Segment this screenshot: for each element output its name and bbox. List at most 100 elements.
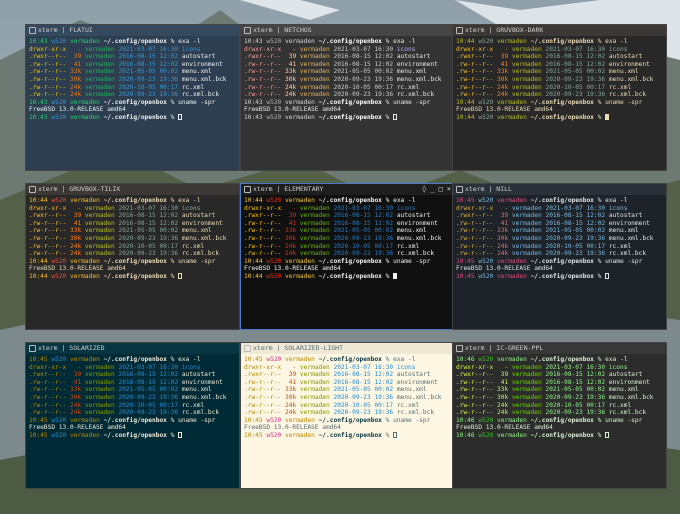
terminal-titlebar[interactable]: xterm | NETCHOS bbox=[241, 25, 454, 36]
file-size: 30k bbox=[70, 393, 82, 401]
file-size: 24k bbox=[285, 83, 297, 91]
list-item: .rw-r--r-- 24k vermaden 2020-09-23 19:36… bbox=[456, 409, 663, 417]
command-text: uname -spr bbox=[393, 257, 431, 265]
file-size: 41 bbox=[285, 60, 297, 68]
file-permissions: .rw-r--r-- bbox=[456, 68, 494, 76]
prompt-symbol: % bbox=[597, 431, 602, 439]
prompt-path: ~/.config/openbox bbox=[103, 272, 167, 280]
window-title: xterm | FLATUI bbox=[38, 26, 93, 34]
file-owner: vermaden bbox=[84, 227, 115, 235]
file-name: rc.xml bbox=[608, 83, 632, 91]
list-item: .rwxr--r-- 39 vermaden 2016-08-15 12:02 … bbox=[29, 53, 236, 61]
terminal-window[interactable]: xterm | NETCHOS 10:43 w520 vermaden ~/.co… bbox=[240, 24, 455, 171]
text-cursor[interactable] bbox=[178, 113, 182, 120]
command-output: FreeBSD 13.0-RELEASE amd64 bbox=[244, 424, 341, 432]
prompt-user: w520 bbox=[51, 416, 67, 424]
terminal-window[interactable]: xterm | NILL 10:45 w520 vermaden ~/.confi… bbox=[452, 183, 667, 330]
terminal-window[interactable]: xterm | SOLARIZED-LIGHT 10:45 w520 vermad… bbox=[240, 342, 455, 489]
terminal-titlebar[interactable]: xterm | GRUVBOX-TILIX bbox=[26, 184, 239, 195]
terminal-window[interactable]: xterm | FLATUI 10:43 w520 vermaden ~/.con… bbox=[25, 24, 240, 171]
prompt-host: vermaden bbox=[497, 98, 527, 106]
command-text: exa -l bbox=[605, 38, 628, 45]
file-permissions: .rw-r--r-- bbox=[244, 242, 282, 250]
file-date: 2020-10-05 00:17 bbox=[118, 242, 179, 250]
file-name: autostart bbox=[608, 53, 643, 61]
file-name: menu.xml.bck bbox=[396, 393, 442, 401]
file-name: menu.xml.bck bbox=[396, 234, 442, 242]
file-permissions: .rw-r--r-- bbox=[244, 75, 282, 83]
prompt-host: vermaden bbox=[497, 257, 527, 265]
file-name: icons bbox=[396, 363, 416, 371]
text-cursor[interactable] bbox=[178, 272, 182, 279]
terminal-window[interactable]: xterm | IC-GREEN-PPL 10:46 w520 vermaden … bbox=[452, 342, 667, 489]
file-permissions: .rw-r--r-- bbox=[456, 91, 494, 99]
terminal-titlebar[interactable]: xterm | SOLARIZED-LIGHT bbox=[241, 343, 454, 354]
prompt-host: vermaden bbox=[70, 113, 100, 121]
text-cursor[interactable] bbox=[393, 113, 397, 120]
command-text: uname -spr bbox=[393, 98, 431, 106]
prompt-path: ~/.config/openbox bbox=[530, 257, 594, 265]
terminal-titlebar[interactable]: xterm | NILL bbox=[453, 184, 666, 195]
terminal-window[interactable]: xterm | GRUVBOX-TILIX 10:44 w520 vermaden… bbox=[25, 183, 240, 330]
list-item: .rw-r--r-- 24k vermaden 2020-09-23 19:36… bbox=[244, 250, 451, 258]
list-item: .rw-r--r-- 24k vermaden 2020-10-05 00:17… bbox=[244, 402, 451, 410]
command-text: uname -spr bbox=[605, 257, 643, 265]
shade-icon[interactable]: ◊ bbox=[422, 184, 426, 195]
terminal-window[interactable]: xterm | GRUVBOX-DARK 10:44 w520 vermaden … bbox=[452, 24, 667, 171]
prompt-time: 10:44 bbox=[29, 257, 48, 265]
list-item: drwxr-xr-x - vermaden 2021-03-07 16:30 i… bbox=[29, 46, 236, 54]
file-date: 2016-08-15 12:02 bbox=[545, 219, 606, 227]
prompt-time: 10:45 bbox=[244, 431, 263, 439]
prompt-time: 10:45 bbox=[244, 356, 263, 363]
text-cursor[interactable] bbox=[393, 431, 397, 438]
file-date: 2021-03-07 16:30 bbox=[333, 204, 394, 212]
text-cursor[interactable] bbox=[605, 113, 609, 120]
prompt-host: vermaden bbox=[497, 113, 527, 121]
text-cursor[interactable] bbox=[605, 272, 609, 279]
minimize-icon[interactable]: _ bbox=[430, 184, 434, 195]
text-cursor[interactable] bbox=[393, 272, 397, 279]
file-date: 2021-05-05 00:02 bbox=[333, 68, 394, 76]
terminal-titlebar[interactable]: xterm | GRUVBOX-DARK bbox=[453, 25, 666, 36]
file-owner: vermaden bbox=[299, 83, 330, 91]
terminal-titlebar[interactable]: xterm | FLATUI bbox=[26, 25, 239, 36]
file-permissions: .rw-r--r-- bbox=[29, 401, 67, 409]
file-date: 2016-08-15 12:02 bbox=[545, 60, 606, 68]
file-name: icons bbox=[181, 45, 201, 53]
file-size: 41 bbox=[497, 219, 509, 227]
list-item: .rw-r--r-- 30k vermaden 2020-09-23 19:36… bbox=[244, 76, 451, 84]
prompt-user: w520 bbox=[478, 197, 494, 204]
terminal-titlebar[interactable]: xterm | SOLARIZED bbox=[26, 343, 239, 354]
file-name: menu.xml.bck bbox=[608, 75, 654, 83]
file-permissions: .rwxr--r-- bbox=[244, 371, 282, 379]
prompt-path: ~/.config/openbox bbox=[530, 113, 594, 121]
prompt-symbol: % bbox=[170, 197, 175, 204]
list-item: .rw-r--r-- 30k vermaden 2020-09-23 19:36… bbox=[244, 394, 451, 402]
text-cursor[interactable] bbox=[178, 431, 182, 438]
file-size: 39 bbox=[70, 53, 82, 61]
list-item: .rw-r--r-- 41 vermaden 2016-08-15 12:02 … bbox=[244, 379, 451, 387]
text-cursor[interactable] bbox=[605, 431, 609, 438]
file-date: 2021-05-05 00:02 bbox=[333, 386, 394, 394]
close-icon[interactable]: × bbox=[447, 184, 451, 195]
file-date: 2020-09-23 19:36 bbox=[333, 409, 394, 417]
terminal-window[interactable]: xterm | SOLARIZED 10:45 w520 vermaden ~/.… bbox=[25, 342, 240, 489]
file-name: menu.xml bbox=[181, 227, 212, 235]
terminal-titlebar[interactable]: xterm | ELEMENTARY ◊ _ □ × bbox=[241, 184, 454, 195]
file-size: 24k bbox=[70, 91, 82, 99]
prompt-host: vermaden bbox=[70, 257, 100, 265]
list-item: .rw-r--r-- 33k vermaden 2021-05-05 00:02… bbox=[244, 227, 451, 235]
file-owner: vermaden bbox=[299, 409, 330, 417]
file-date: 2021-05-05 00:02 bbox=[118, 68, 179, 76]
file-name: environment bbox=[396, 60, 438, 68]
file-owner: vermaden bbox=[84, 409, 115, 417]
terminal-window[interactable]: xterm | ELEMENTARY ◊ _ □ × 10:44 w520 vermade… bbox=[240, 183, 455, 330]
maximize-icon[interactable]: □ bbox=[439, 184, 443, 195]
prompt-time: 10:46 bbox=[456, 416, 475, 424]
file-owner: vermaden bbox=[299, 371, 330, 379]
file-permissions: .rwxr--r-- bbox=[29, 53, 67, 61]
prompt-path: ~/.config/openbox bbox=[530, 272, 594, 280]
terminal-titlebar[interactable]: xterm | IC-GREEN-PPL bbox=[453, 343, 666, 354]
file-date: 2020-09-23 19:36 bbox=[118, 409, 179, 417]
prompt-path: ~/.config/openbox bbox=[103, 197, 167, 204]
